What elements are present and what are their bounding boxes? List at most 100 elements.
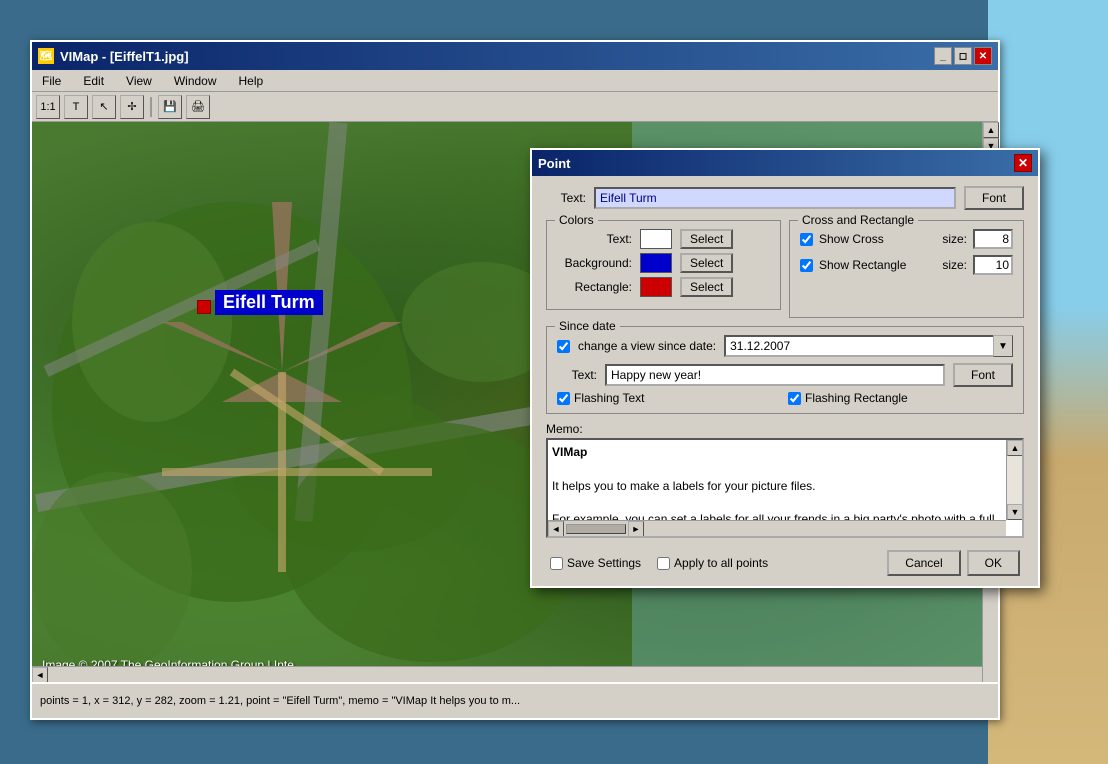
flashing-rect-checkbox[interactable]: [788, 392, 801, 405]
menu-edit[interactable]: Edit: [77, 72, 110, 90]
map-scrollbar-horizontal[interactable]: ◄ ►: [32, 666, 982, 682]
cursor-tool-button[interactable]: ↖: [92, 95, 116, 119]
restore-button[interactable]: ◻: [954, 47, 972, 65]
bottom-right: Cancel OK: [887, 550, 1020, 576]
show-rect-label: Show Rectangle: [819, 258, 906, 272]
text-color-select-button[interactable]: Select: [680, 229, 733, 249]
memo-scroll-left[interactable]: ◄: [548, 521, 564, 537]
memo-container: VIMap It helps you to make a labels for …: [546, 438, 1024, 538]
bg-color-select-button[interactable]: Select: [680, 253, 733, 273]
save-settings-checkbox[interactable]: [550, 557, 563, 570]
rect-color-swatch: [640, 277, 672, 297]
flashing-rect-label: Flashing Rectangle: [805, 391, 908, 405]
since-text-row: Text: Font: [557, 363, 1013, 387]
since-text-label: Text:: [557, 368, 597, 382]
cross-size-input[interactable]: [973, 229, 1013, 249]
toolbar: 1:1 T ↖ ✢ 💾 🖨: [32, 92, 998, 122]
memo-scroll-right[interactable]: ►: [628, 521, 644, 537]
memo-group: Memo: VIMap It helps you to make a label…: [546, 422, 1024, 538]
change-view-checkbox[interactable]: [557, 340, 570, 353]
bottom-left: Save Settings Apply to all points: [550, 556, 768, 570]
show-rect-checkbox[interactable]: [800, 259, 813, 272]
colors-panel: Colors Text: Select Background: Select R…: [546, 220, 781, 318]
dialog-close-button[interactable]: ✕: [1014, 154, 1032, 172]
close-button[interactable]: ✕: [974, 47, 992, 65]
since-date-group: Since date change a view since date: ▼ T…: [546, 326, 1024, 414]
memo-scroll-v[interactable]: ▲ ▼: [1006, 440, 1022, 520]
text-row: Text: Font: [546, 186, 1024, 210]
bg-color-row: Background: Select: [557, 253, 770, 273]
change-view-row: change a view since date: ▼: [557, 335, 1013, 357]
since-font-button[interactable]: Font: [953, 363, 1013, 387]
flashing-rect-item: Flashing Rectangle: [788, 391, 1013, 405]
save-button[interactable]: 💾: [158, 95, 182, 119]
cross-rect-panel: Cross and Rectangle Show Cross size: Sho…: [789, 220, 1024, 318]
point-label: Eifell Turm: [215, 290, 323, 315]
text-field-label: Text:: [546, 191, 586, 205]
menu-bar: File Edit View Window Help: [32, 70, 998, 92]
memo-scroll-track: [1007, 456, 1022, 504]
rect-size-label: size:: [942, 258, 967, 272]
date-combo: ▼: [724, 335, 1013, 357]
since-date-group-title: Since date: [555, 319, 620, 333]
text-tool-button[interactable]: T: [64, 95, 88, 119]
flashing-text-checkbox[interactable]: [557, 392, 570, 405]
show-cross-label: Show Cross: [819, 232, 884, 246]
since-text-input[interactable]: [605, 364, 945, 386]
rect-color-row: Rectangle: Select: [557, 277, 770, 297]
panels-row: Colors Text: Select Background: Select R…: [546, 220, 1024, 318]
dialog-title-text: Point: [538, 156, 571, 171]
colors-group: Colors Text: Select Background: Select R…: [546, 220, 781, 310]
menu-window[interactable]: Window: [168, 72, 223, 90]
colors-group-title: Colors: [555, 213, 598, 227]
change-view-label: change a view since date:: [578, 339, 716, 353]
minimize-button[interactable]: _: [934, 47, 952, 65]
flash-row: Flashing Text Flashing Rectangle: [557, 391, 1013, 405]
show-rect-row: Show Rectangle size:: [800, 255, 1013, 275]
point-marker[interactable]: [197, 300, 211, 314]
memo-scroll-thumb[interactable]: [566, 524, 626, 534]
cross-size-label: size:: [942, 232, 967, 246]
flash-left: Flashing Text: [557, 391, 782, 405]
flashing-text-label: Flashing Text: [574, 391, 644, 405]
rect-color-select-button[interactable]: Select: [680, 277, 733, 297]
date-dropdown-button[interactable]: ▼: [993, 335, 1013, 357]
rect-size-input[interactable]: [973, 255, 1013, 275]
save-settings-label: Save Settings: [567, 556, 641, 570]
date-input[interactable]: [724, 335, 993, 357]
menu-view[interactable]: View: [120, 72, 158, 90]
menu-help[interactable]: Help: [233, 72, 270, 90]
memo-scroll-up[interactable]: ▲: [1007, 440, 1023, 456]
status-bar: points = 1, x = 312, y = 282, zoom = 1.2…: [32, 682, 998, 718]
scroll-left-button[interactable]: ◄: [32, 667, 48, 683]
memo-scroll-down[interactable]: ▼: [1007, 504, 1023, 520]
title-bar-left: 🗺 VIMap - [EiffelT1.jpg]: [38, 48, 189, 64]
text-field-input[interactable]: [594, 187, 956, 209]
show-cross-row: Show Cross size:: [800, 229, 1013, 249]
scroll-up-button[interactable]: ▲: [983, 122, 999, 138]
zoom-100-button[interactable]: 1:1: [36, 95, 60, 119]
print-button[interactable]: 🖨: [186, 95, 210, 119]
status-text: points = 1, x = 312, y = 282, zoom = 1.2…: [40, 695, 520, 707]
bg-color-swatch: [640, 253, 672, 273]
text-color-swatch: [640, 229, 672, 249]
menu-file[interactable]: File: [36, 72, 67, 90]
cancel-button[interactable]: Cancel: [887, 550, 960, 576]
memo-scroll-h[interactable]: ◄ ►: [548, 520, 1006, 536]
dialog-title-bar: Point ✕: [532, 150, 1038, 176]
font-button[interactable]: Font: [964, 186, 1024, 210]
rect-color-label: Rectangle:: [557, 280, 632, 294]
apply-all-checkbox[interactable]: [657, 557, 670, 570]
bottom-row: Save Settings Apply to all points Cancel…: [546, 546, 1024, 578]
show-cross-checkbox[interactable]: [800, 233, 813, 246]
text-color-row: Text: Select: [557, 229, 770, 249]
memo-label: Memo:: [546, 422, 1024, 436]
app-icon: 🗺: [38, 48, 54, 64]
apply-all-item: Apply to all points: [657, 556, 768, 570]
toolbar-separator: [150, 97, 152, 117]
title-bar-controls: _ ◻ ✕: [934, 47, 992, 65]
move-tool-button[interactable]: ✢: [120, 95, 144, 119]
flashing-text-item: Flashing Text: [557, 391, 782, 405]
main-title-bar: 🗺 VIMap - [EiffelT1.jpg] _ ◻ ✕: [32, 42, 998, 70]
ok-button[interactable]: OK: [967, 550, 1020, 576]
